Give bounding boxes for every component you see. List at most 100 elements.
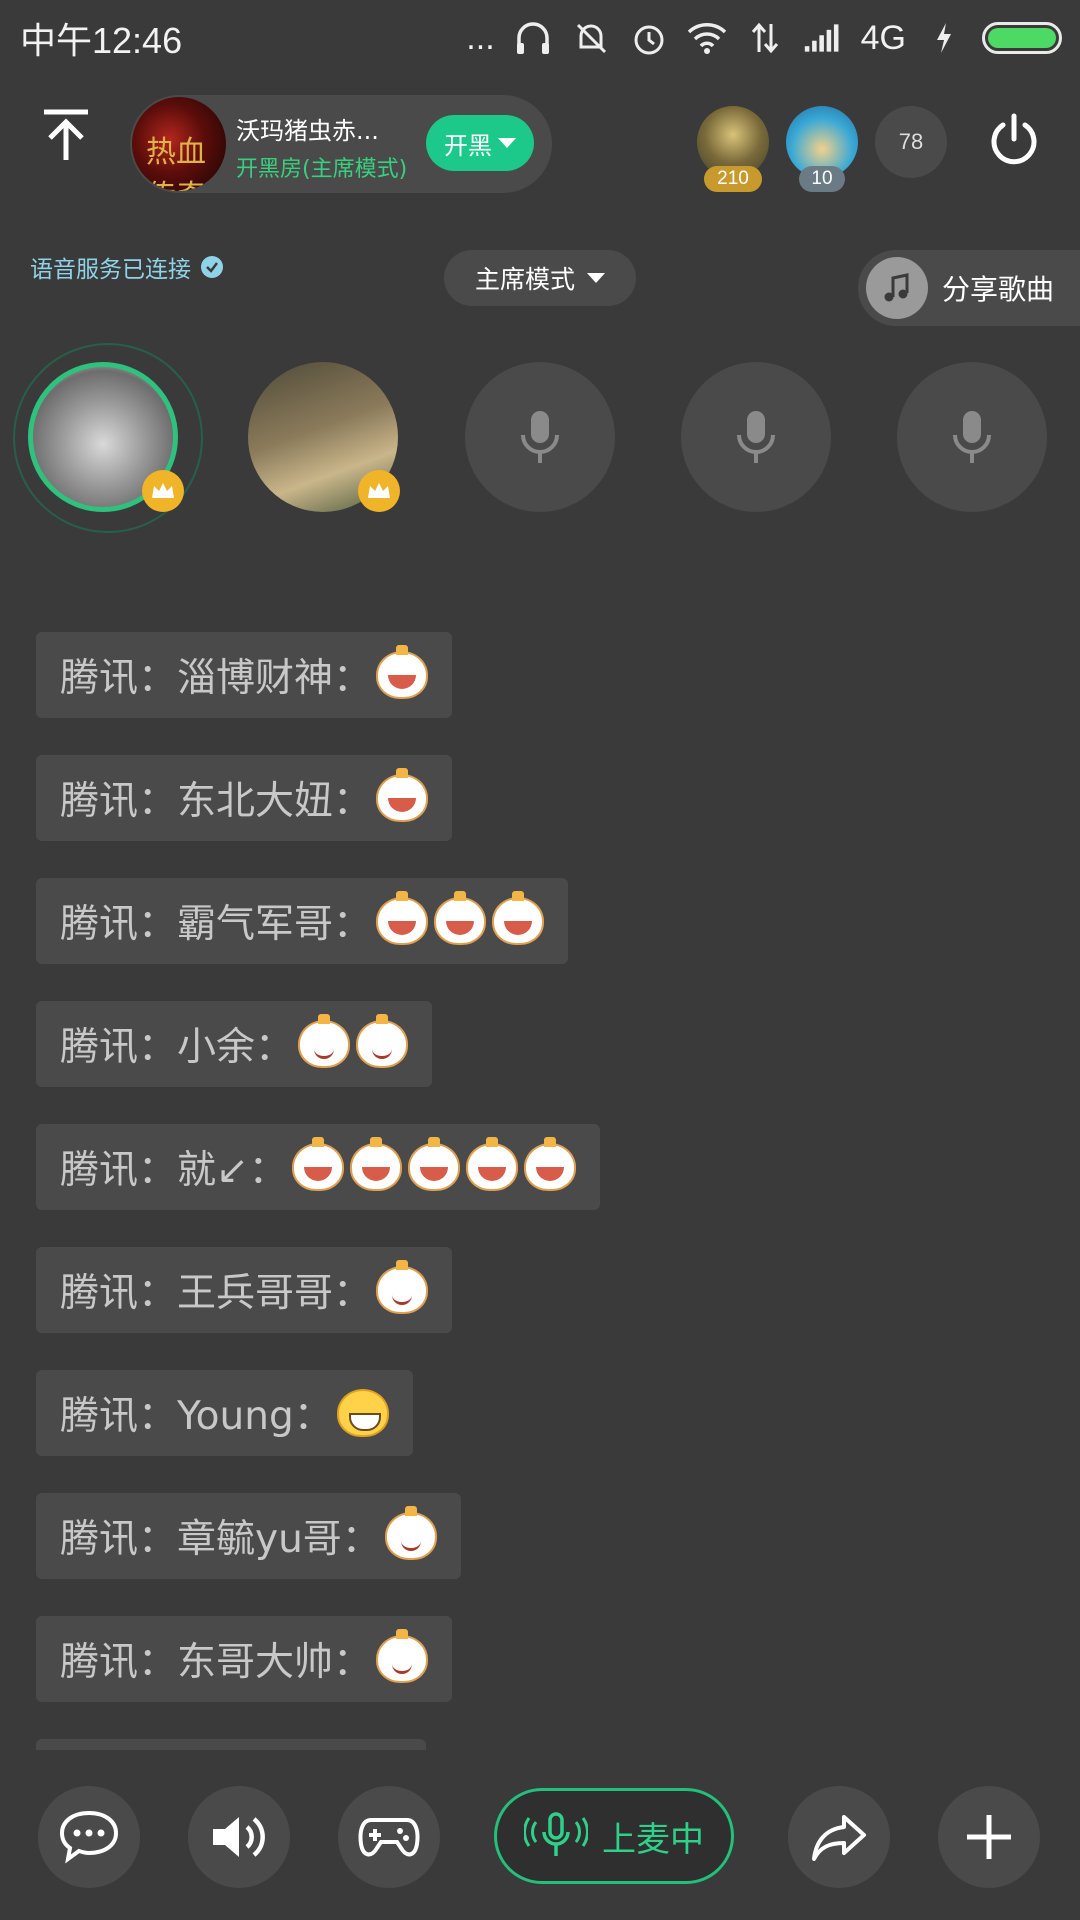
mode-dropdown-label: 主席模式 [474,265,575,294]
mode-dropdown[interactable]: 主席模式 [444,250,636,306]
emoji-group [336,1389,389,1437]
minimize-room-button[interactable] [30,100,102,172]
kaihei-dropdown-button[interactable]: 开黑 [426,115,534,171]
voice-status-text: 语音服务已连接 [30,257,191,283]
status-bar: 中午12:46 ... 4G [0,0,1080,76]
speaker-icon [213,1817,265,1857]
microphone-icon [521,411,559,463]
chat-message-text: 腾讯：王兵哥哥： [60,1271,373,1316]
more-button[interactable] [938,1786,1040,1888]
emoji-group [376,1629,429,1683]
gamepad-icon [358,1818,420,1857]
exit-room-button[interactable] [984,110,1044,170]
share-song-button[interactable]: 分享歌曲 [858,250,1080,326]
microphone-icon [953,411,991,463]
voice-service-status: 语音服务已连接 [30,250,223,284]
status-icons: ... 4G [466,18,1062,58]
plus-icon [967,1815,1011,1859]
data-transfer-icon [745,18,785,58]
emoji-group [376,645,429,699]
chat-message-text: 腾讯：东北大妞： [60,779,373,824]
chat-message-list[interactable]: 腾讯：淄博财神： 腾讯：东北大妞： 腾讯：霸气军哥： 腾讯：小余： 腾讯：就↙： 腾讯：王… [36,632,1046,1750]
grin-emoji-icon [523,1137,576,1191]
chat-message: 腾讯：淄博财神： [36,632,453,718]
top-user-badge-2: 10 [799,166,845,192]
microphone-waves-icon [524,1812,588,1856]
grin-emoji-icon [349,1137,402,1191]
room-info-card[interactable]: 热血传奇 沃玛猪虫赤... 开黑房(主席模式) 开黑 [130,95,552,193]
emoji-group [376,891,545,945]
grin-emoji-icon [376,645,429,699]
clock: 中午12:46 [20,20,183,61]
chevron-down-icon [587,273,605,283]
chat-button[interactable] [38,1786,140,1888]
room-name: 沃玛猪虫赤... [236,117,379,145]
crown-icon [142,470,184,512]
smile-emoji-icon [384,1506,437,1560]
chat-message: 腾讯：霸气军哥： [36,878,569,964]
speaker-button[interactable] [188,1786,290,1888]
smile-emoji-icon [376,1629,429,1683]
chat-message: 腾讯：Young： [36,1370,413,1456]
on-mic-button[interactable]: 上麦中 [494,1788,734,1884]
share-arrow-icon [812,1815,866,1861]
chat-message-text: 腾讯：淄博财神： [60,656,373,701]
chat-message-partial [36,1739,426,1750]
room-avatar: 热血传奇 [132,97,226,191]
online-count-button[interactable]: 78 [875,106,947,178]
on-mic-label: 上麦中 [602,1819,704,1860]
share-song-label: 分享歌曲 [942,273,1055,306]
chat-message: 腾讯：东北大妞： [36,755,453,841]
chat-message-text: 腾讯：霸气军哥： [60,902,373,947]
chat-message: 腾讯：就↙： [36,1124,600,1210]
grin-emoji-icon [376,891,429,945]
headphones-icon [513,18,553,58]
grin-emoji-icon [376,768,429,822]
overflow-dots: ... [466,18,495,57]
chat-message-text: 腾讯：就↙： [60,1148,288,1193]
power-icon [991,113,1037,165]
yellow-grin-emoji-icon [336,1389,389,1437]
room-header: 热血传奇 沃玛猪虫赤... 开黑房(主席模式) 开黑 210 10 78 [0,90,1080,200]
emoji-group [384,1506,437,1560]
signal-icon [803,18,843,58]
grin-emoji-icon [465,1137,518,1191]
crown-icon [358,470,400,512]
chat-message-text: 腾讯：章毓yu哥： [60,1517,381,1562]
smile-emoji-icon [298,1014,351,1068]
alarm-icon [629,18,669,58]
seat-3-empty[interactable] [465,362,615,512]
network-type: 4G [860,18,906,57]
emoji-group [298,1014,409,1068]
mute-bell-icon [571,18,611,58]
top-user-badge-1: 210 [704,166,762,192]
room-avatar-logo: 热血传奇 [146,135,206,191]
microphone-icon [737,411,775,463]
chat-message-text: 腾讯：Young： [60,1394,333,1439]
chat-message-text: 腾讯：小余： [60,1025,295,1070]
seat-5-empty[interactable] [897,362,1047,512]
chat-message: 腾讯：小余： [36,1001,433,1087]
emoji-group [291,1137,576,1191]
battery-icon [982,22,1062,54]
chat-message: 腾讯：王兵哥哥： [36,1247,453,1333]
charging-icon [924,18,964,58]
smile-emoji-icon [376,1260,429,1314]
smile-emoji-icon [356,1014,409,1068]
grin-emoji-icon [291,1137,344,1191]
battery-level [988,28,1056,48]
grin-emoji-icon [492,891,545,945]
emoji-group [376,768,429,822]
game-button[interactable] [338,1786,440,1888]
share-button[interactable] [788,1786,890,1888]
grin-emoji-icon [434,891,487,945]
kaihei-label: 开黑 [444,131,492,160]
chat-bubble-icon [59,1810,119,1864]
room-mode: 开黑房(主席模式) [236,157,408,182]
chat-message: 腾讯：章毓yu哥： [36,1493,461,1579]
seat-4-empty[interactable] [681,362,831,512]
chat-message-text: 腾讯：东哥大帅： [60,1640,373,1685]
wifi-icon [687,18,727,58]
arrow-up-bar-icon [44,109,88,160]
chat-message: 腾讯：东哥大帅： [36,1616,453,1702]
